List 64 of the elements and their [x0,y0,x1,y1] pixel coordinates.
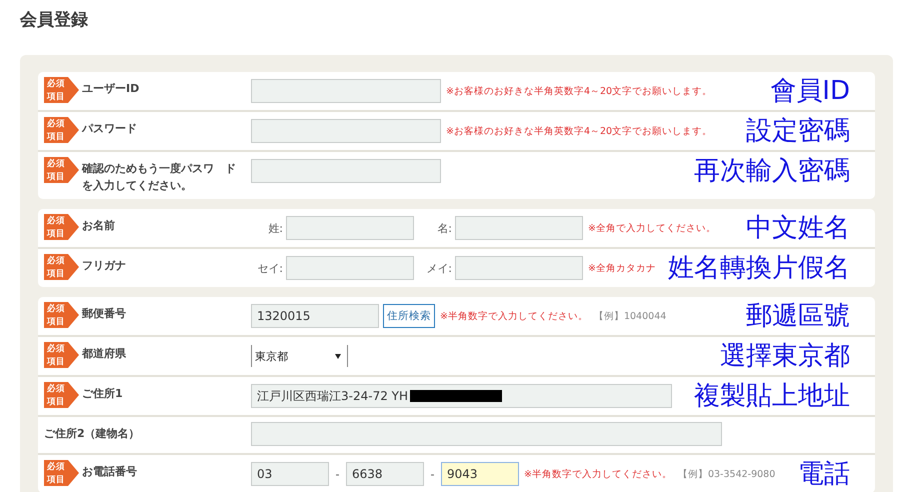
annotation-text: 再次輸入密碼 [693,157,850,185]
annotation-text: 複製貼上地址 [693,382,850,410]
field-label: メイ: [425,260,452,276]
address-field[interactable]: 江戸川区西瑞江3-24-72 YH [251,384,672,408]
required-badge: 必須項目 [44,214,79,240]
input-field[interactable] [251,119,441,143]
input-field[interactable] [455,216,583,240]
input-field[interactable] [286,256,414,280]
input-field[interactable]: 9043 [441,462,519,486]
field-label: 郵便番号 [82,306,127,322]
annotation-text: 設定密碼 [745,117,850,145]
hint-text: ※全角で入力してください。 [588,222,716,234]
annotation-text: 郵遞區號 [745,302,850,330]
field-label: お名前 [82,218,116,234]
required-badge: 必須項目 [44,460,79,486]
address-search-button[interactable]: 住所検索 [383,304,435,328]
field-label: パスワード [82,121,138,137]
input-field[interactable]: 6638 [346,462,424,486]
required-badge: 必須項目 [44,254,79,280]
annotation-text: 姓名轉換片假名 [667,254,850,282]
hint-text: ※半角数字で入力してください。 [524,468,672,480]
field-label: ご住所2（建物名） [44,426,141,442]
dash-separator: - [334,468,340,480]
address-field[interactable] [251,422,722,446]
annotation-text: 會員ID [769,77,850,105]
input-field[interactable]: 1320015 [251,304,379,328]
required-badge: 必須項目 [44,382,79,408]
required-badge: 必須項目 [44,77,79,103]
input-field[interactable] [251,159,441,183]
dash-separator: - [430,468,436,480]
input-field[interactable]: 03 [251,462,329,486]
field-label: 姓: [267,220,283,236]
hint-text: ※全角カタカナ [588,262,656,274]
field-label: セイ: [256,260,283,276]
page-title: 会員登録 [18,9,89,32]
example-text: 【例】03-3542-9080 [678,468,776,480]
field-value: 江戸川区西瑞江3-24-72 YH [257,388,408,404]
field-value: 03 [257,467,272,481]
annotation-text: 中文姓名 [745,214,850,242]
hint-text: ※お客様のお好きな半角英数字4～20文字でお願いします。 [446,124,712,138]
annotation-text: 電話 [797,460,850,488]
field-label: ユーザーID [82,81,140,97]
required-badge: 必須項目 [44,157,79,183]
field-label: 確認のためもう一度パスワ ドを入力してください。 [82,161,237,194]
prefecture-select[interactable]: 東京都 [251,345,348,367]
field-value: 6638 [352,467,383,481]
field-value: 9043 [447,467,478,481]
input-field[interactable] [455,256,583,280]
example-text: 【例】1040044 [594,310,666,322]
field-label: お電話番号 [82,464,138,480]
field-label: 名: [436,220,452,236]
field-label: 都道府県 [82,346,127,362]
field-value: 1320015 [257,309,310,323]
required-badge: 必須項目 [44,302,79,328]
hint-text: ※お客様のお好きな半角英数字4～20文字でお願いします。 [446,84,712,98]
required-badge: 必須項目 [44,117,79,143]
input-field[interactable] [251,79,441,103]
required-badge: 必須項目 [44,342,79,368]
caret-icon [335,354,341,358]
field-label: ご住所1 [82,386,124,402]
hint-text: ※半角数字で入力してください。 [440,310,588,322]
field-label: フリガナ [82,258,127,274]
annotation-text: 選擇東京都 [719,342,850,370]
input-field[interactable] [286,216,414,240]
